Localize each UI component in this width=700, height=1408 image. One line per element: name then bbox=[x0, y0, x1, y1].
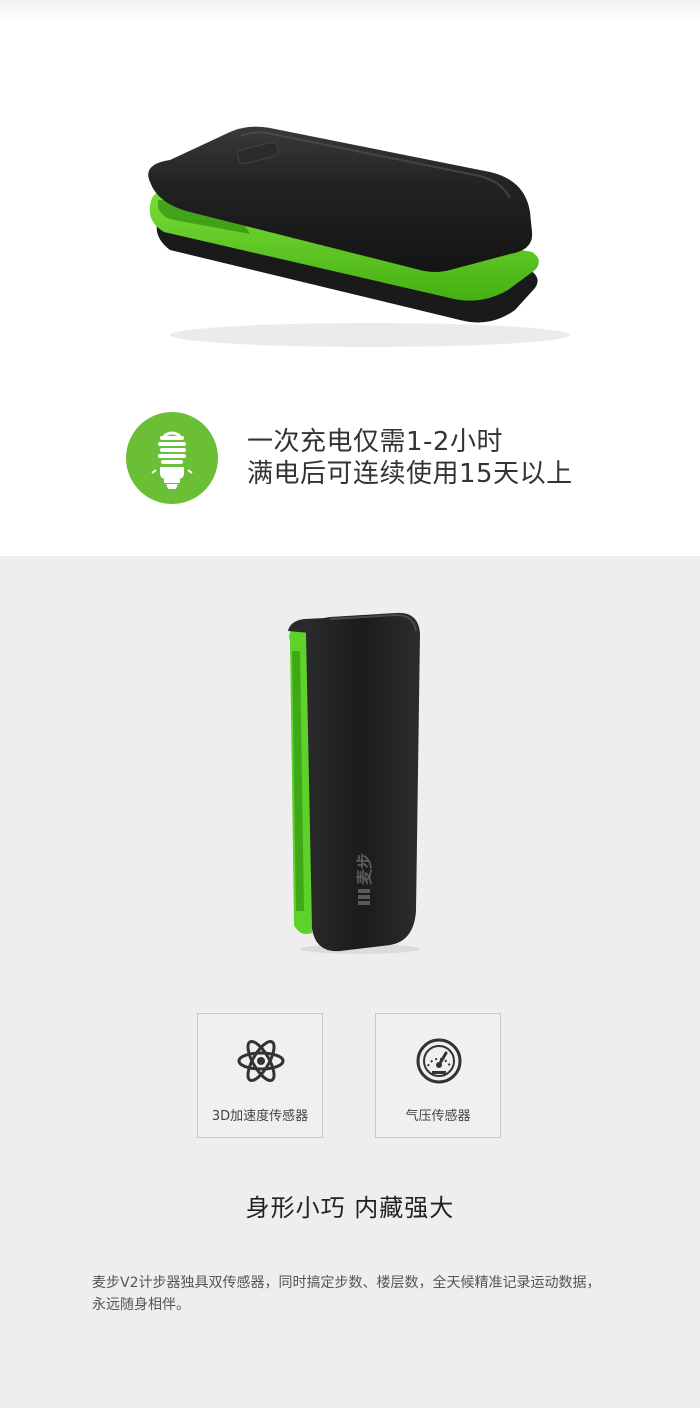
section-headline: 身形小巧 内藏强大 bbox=[245, 1194, 455, 1222]
sensor-section: 麦步 3D加速度传感器 气压传感器 身形小巧 内藏强大 麦步V2计步器独具双传感… bbox=[0, 556, 700, 1408]
brand-logo-text: 麦步 bbox=[355, 853, 374, 885]
battery-text: 一次充电仅需1-2小时 满电后可连续使用15天以上 bbox=[247, 426, 573, 490]
feature-label: 3D加速度传感器 bbox=[211, 1109, 309, 1124]
product-page: 一次充电仅需1-2小时 满电后可连续使用15天以上 麦步 3D加速度传感器 气压… bbox=[0, 0, 700, 1408]
bulb-icon bbox=[151, 431, 193, 489]
feature-label: 气压传感器 bbox=[405, 1109, 471, 1124]
battery-section: 一次充电仅需1-2小时 满电后可连续使用15天以上 bbox=[0, 0, 700, 556]
feature-card-accelerometer: 3D加速度传感器 bbox=[197, 1013, 323, 1138]
device-image-side bbox=[148, 126, 570, 347]
device-image-front: 麦步 bbox=[288, 612, 420, 954]
bulb-icon-badge bbox=[126, 412, 218, 504]
atom-icon bbox=[237, 1040, 285, 1082]
battery-line-2: 满电后可连续使用15天以上 bbox=[247, 459, 573, 489]
feature-card-barometer: 气压传感器 bbox=[375, 1013, 501, 1138]
section-description: 麦步V2计步器独具双传感器，同时搞定步数、楼层数，全天候精准记录运动数据，永远随… bbox=[92, 1275, 601, 1313]
gauge-icon bbox=[416, 1038, 462, 1084]
battery-line-1: 一次充电仅需1-2小时 bbox=[247, 427, 503, 457]
battery-info-row: 一次充电仅需1-2小时 满电后可连续使用15天以上 bbox=[126, 412, 606, 504]
